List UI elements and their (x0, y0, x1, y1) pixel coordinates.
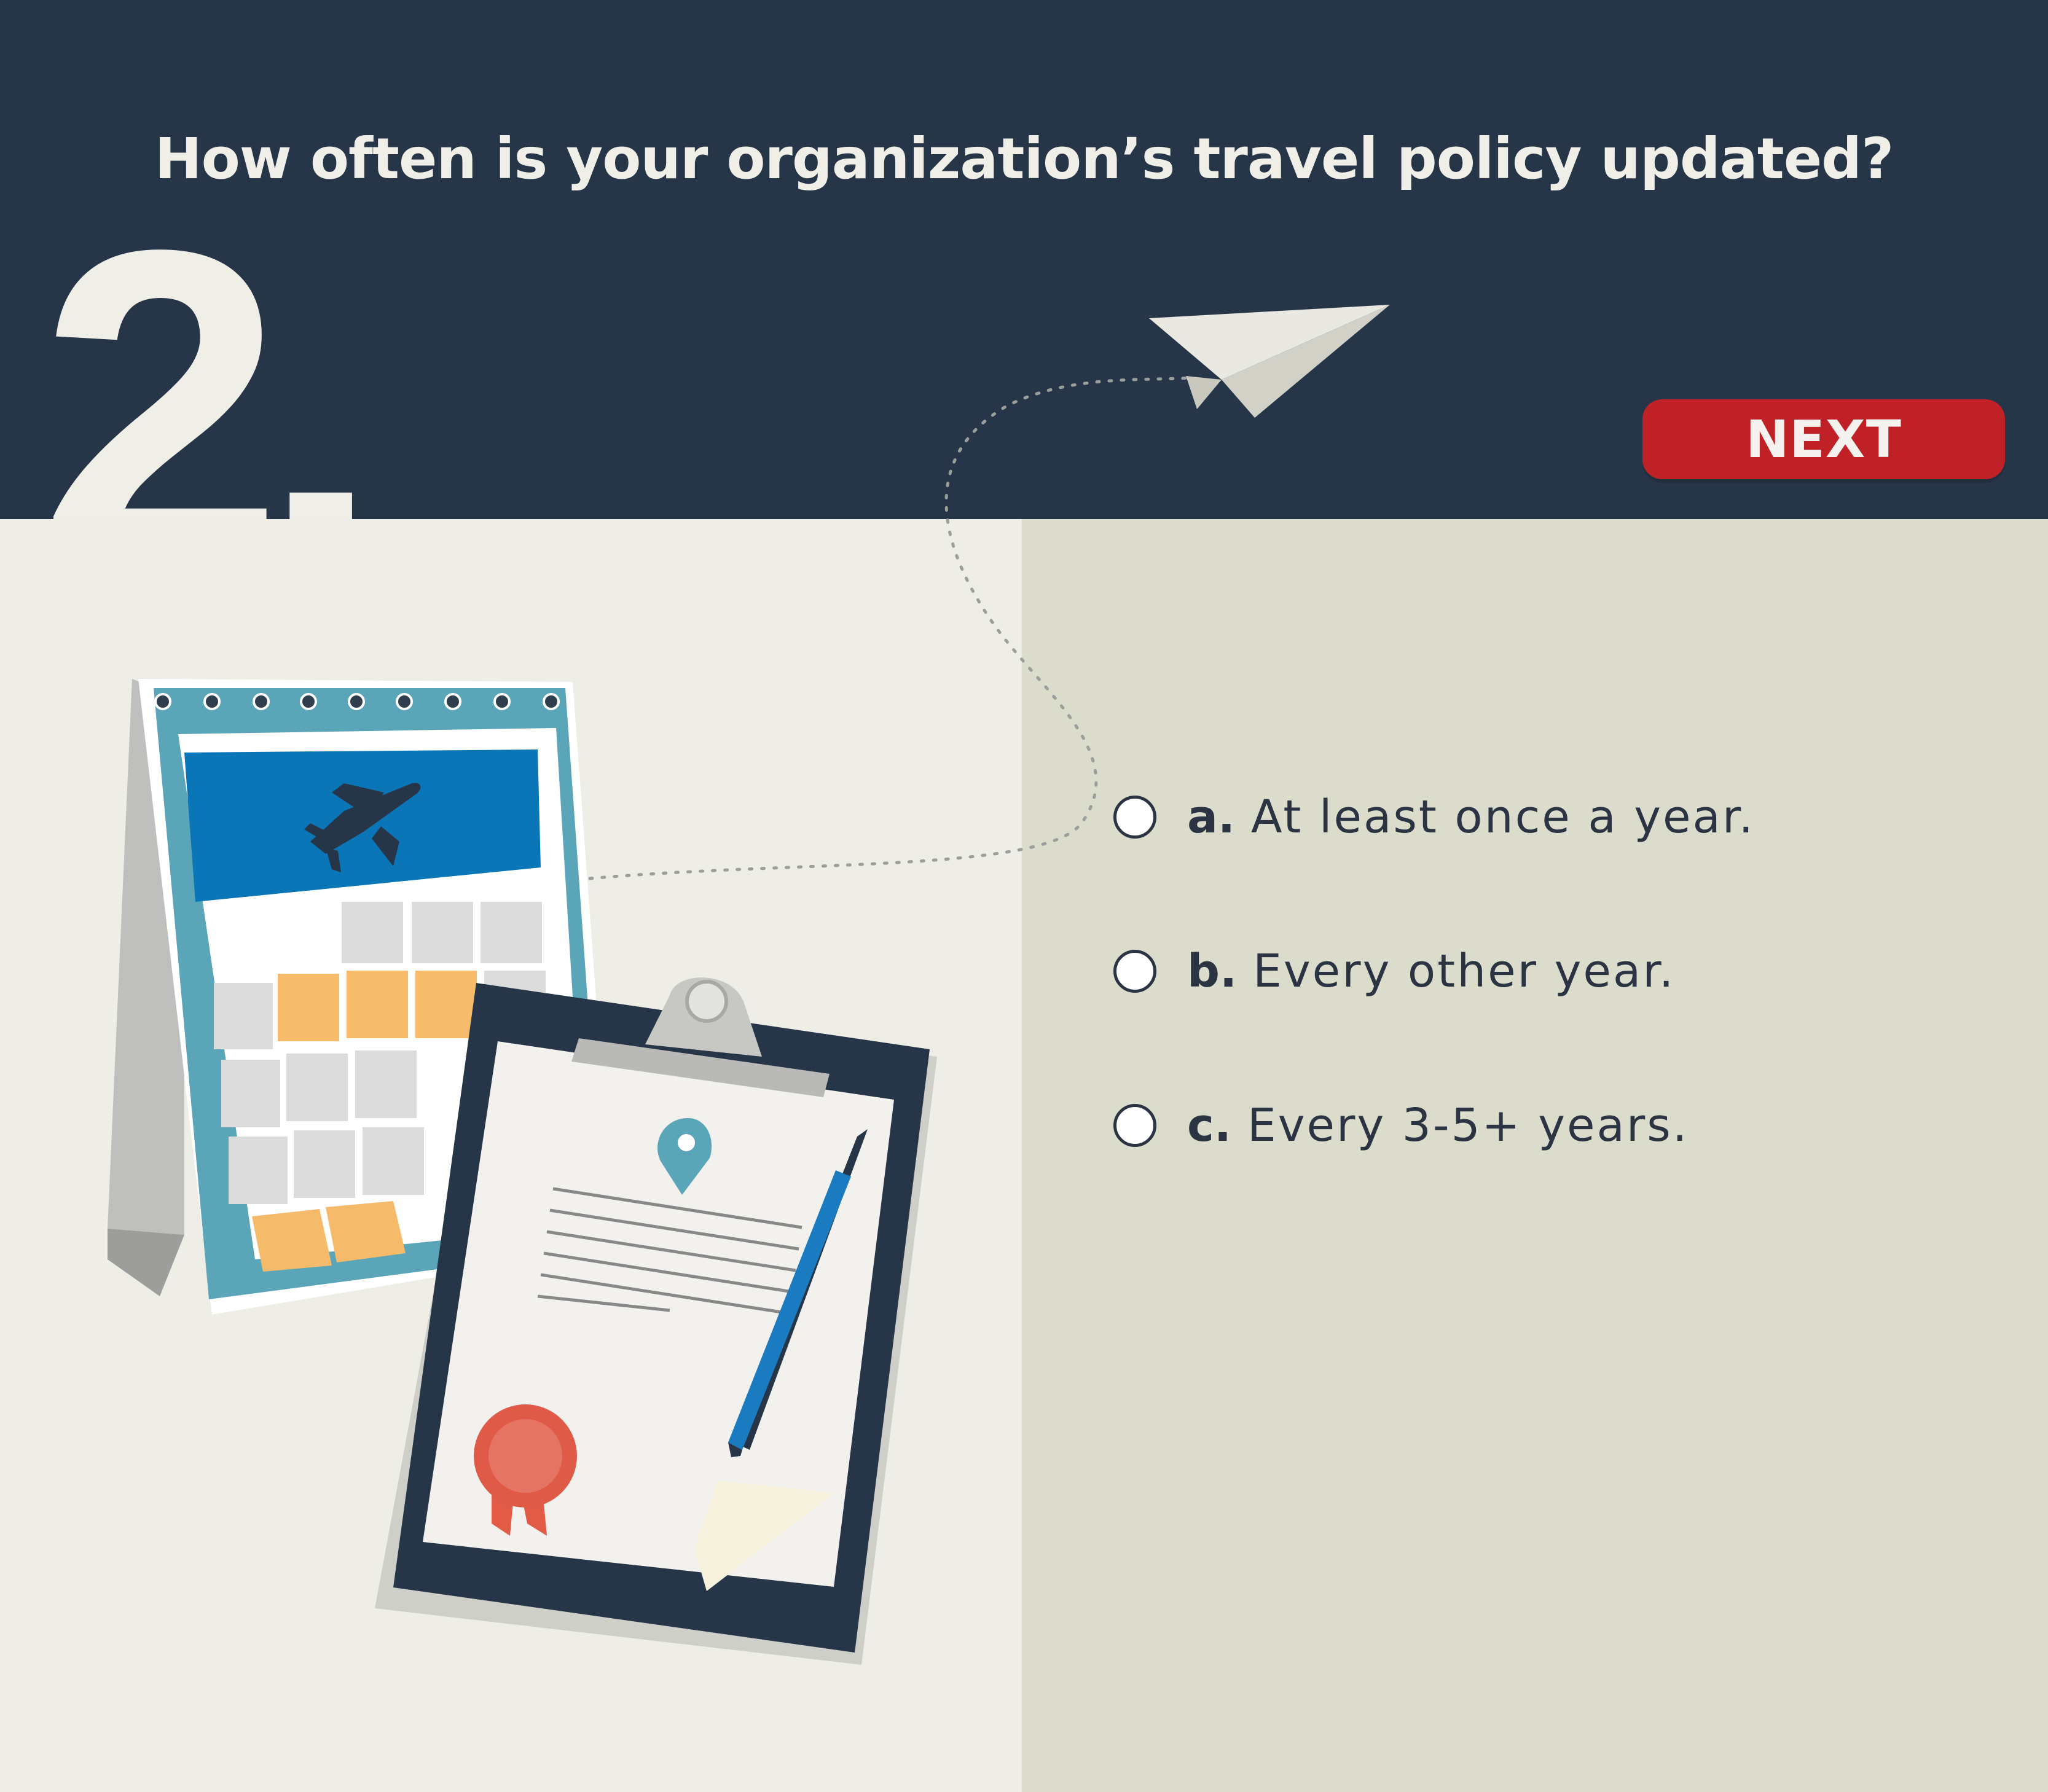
option-a-text: At least once a year. (1251, 791, 1756, 843)
radio-button-c[interactable] (1113, 1104, 1156, 1147)
option-a[interactable]: a. At least once a year. (1113, 780, 2004, 854)
radio-button-a[interactable] (1113, 796, 1156, 839)
option-c-letter: c. (1187, 1099, 1231, 1152)
option-b-text: Every other year. (1253, 945, 1676, 998)
calendar-rings (154, 693, 560, 710)
option-a-letter: a. (1187, 791, 1236, 843)
answer-options: a. At least once a year. b. Every other … (1113, 780, 2004, 1243)
dotted-flight-path (588, 376, 1194, 880)
paper-plane-icon (1149, 305, 1390, 418)
option-b[interactable]: b. Every other year. (1113, 934, 2004, 1008)
option-c[interactable]: c. Every 3-5+ years. (1113, 1089, 2004, 1162)
option-c-text: Every 3-5+ years. (1247, 1099, 1689, 1152)
option-b-letter: b. (1187, 945, 1238, 998)
radio-button-b[interactable] (1113, 950, 1156, 993)
